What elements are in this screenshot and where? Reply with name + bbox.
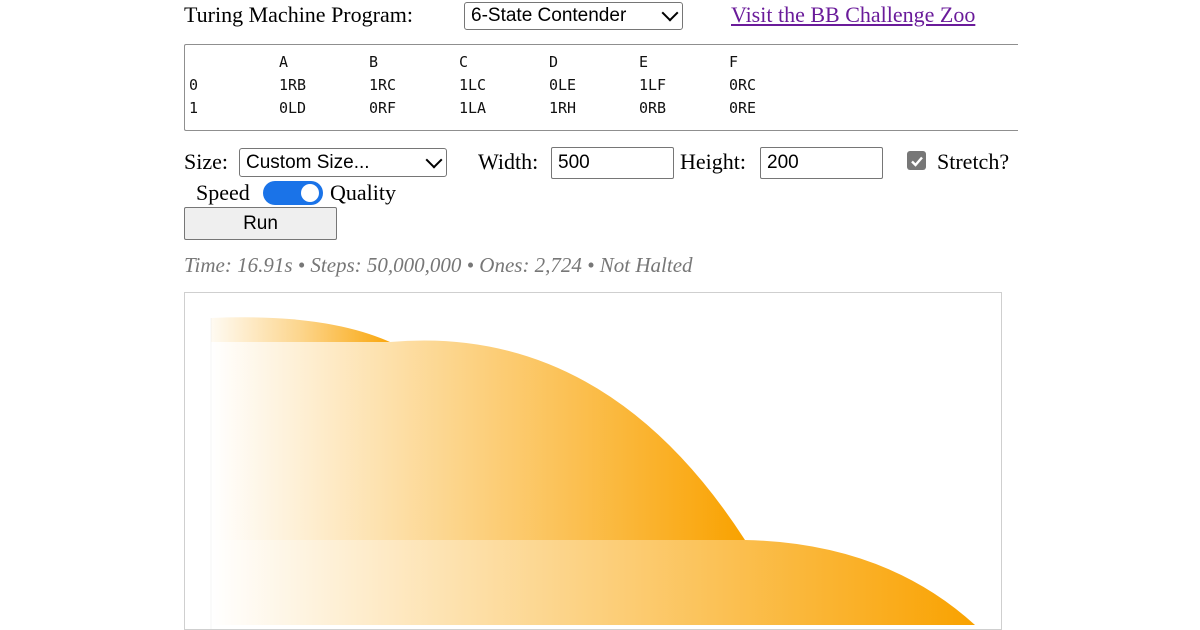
- speed-label: Speed: [196, 180, 250, 205]
- height-label: Height:: [680, 149, 746, 174]
- column-header: F: [729, 53, 739, 71]
- visualization-canvas: [184, 292, 1002, 630]
- program-select[interactable]: 6-State Contender: [464, 2, 683, 30]
- column-header: C: [459, 53, 469, 71]
- size-label: Size:: [184, 149, 228, 174]
- height-input[interactable]: 200: [760, 147, 883, 179]
- column-header: E: [639, 53, 649, 71]
- program-label: Turing Machine Program:: [184, 2, 413, 27]
- size-select-value: Custom Size...: [246, 151, 370, 173]
- table-cell: 0RE: [729, 99, 757, 117]
- table-cell: 0RB: [639, 99, 667, 117]
- row-label: 0: [189, 76, 199, 94]
- chevron-down-icon: [425, 151, 443, 168]
- table-cell: 0RF: [369, 99, 397, 117]
- tape-region-1: [211, 317, 390, 342]
- row-label: 1: [189, 99, 199, 117]
- quality-label: Quality: [330, 180, 396, 205]
- column-header: B: [369, 53, 379, 71]
- table-cell: 1LF: [639, 76, 667, 94]
- tape-region-3: [211, 540, 975, 625]
- width-input-value: 500: [558, 152, 590, 173]
- status-text: Time: 16.91s • Steps: 50,000,000 • Ones:…: [184, 253, 693, 277]
- program-select-value: 6-State Contender: [471, 5, 627, 26]
- toggle-knob: [301, 184, 319, 202]
- speed-quality-toggle[interactable]: [263, 181, 323, 205]
- table-cell: 1RC: [369, 76, 397, 94]
- table-cell: 0LE: [549, 76, 577, 94]
- column-header: A: [279, 53, 289, 71]
- height-input-value: 200: [767, 152, 799, 173]
- table-cell: 0LD: [279, 99, 307, 117]
- column-header: D: [549, 53, 559, 71]
- tape-region-2: [211, 340, 745, 540]
- table-cell: 0RC: [729, 76, 757, 94]
- table-cell: 1LA: [459, 99, 487, 117]
- table-cell: 1RB: [279, 76, 307, 94]
- table-cell: 1LC: [459, 76, 487, 94]
- width-label: Width:: [478, 149, 539, 174]
- tape-visualization: [210, 317, 975, 629]
- size-select[interactable]: Custom Size...: [239, 148, 447, 177]
- zoo-link[interactable]: Visit the BB Challenge Zoo: [731, 2, 975, 28]
- stretch-label: Stretch?: [937, 149, 1010, 174]
- program-table[interactable]: A B C D E F 0 1RB 1RC 1LC 0LE 1LF 0RC 1 …: [184, 44, 1018, 131]
- table-cell: 1RH: [549, 99, 577, 117]
- width-input[interactable]: 500: [551, 147, 674, 179]
- check-icon: [910, 156, 923, 167]
- run-button[interactable]: Run: [184, 207, 337, 240]
- stretch-checkbox[interactable]: [907, 151, 926, 170]
- chevron-down-icon: [661, 4, 679, 22]
